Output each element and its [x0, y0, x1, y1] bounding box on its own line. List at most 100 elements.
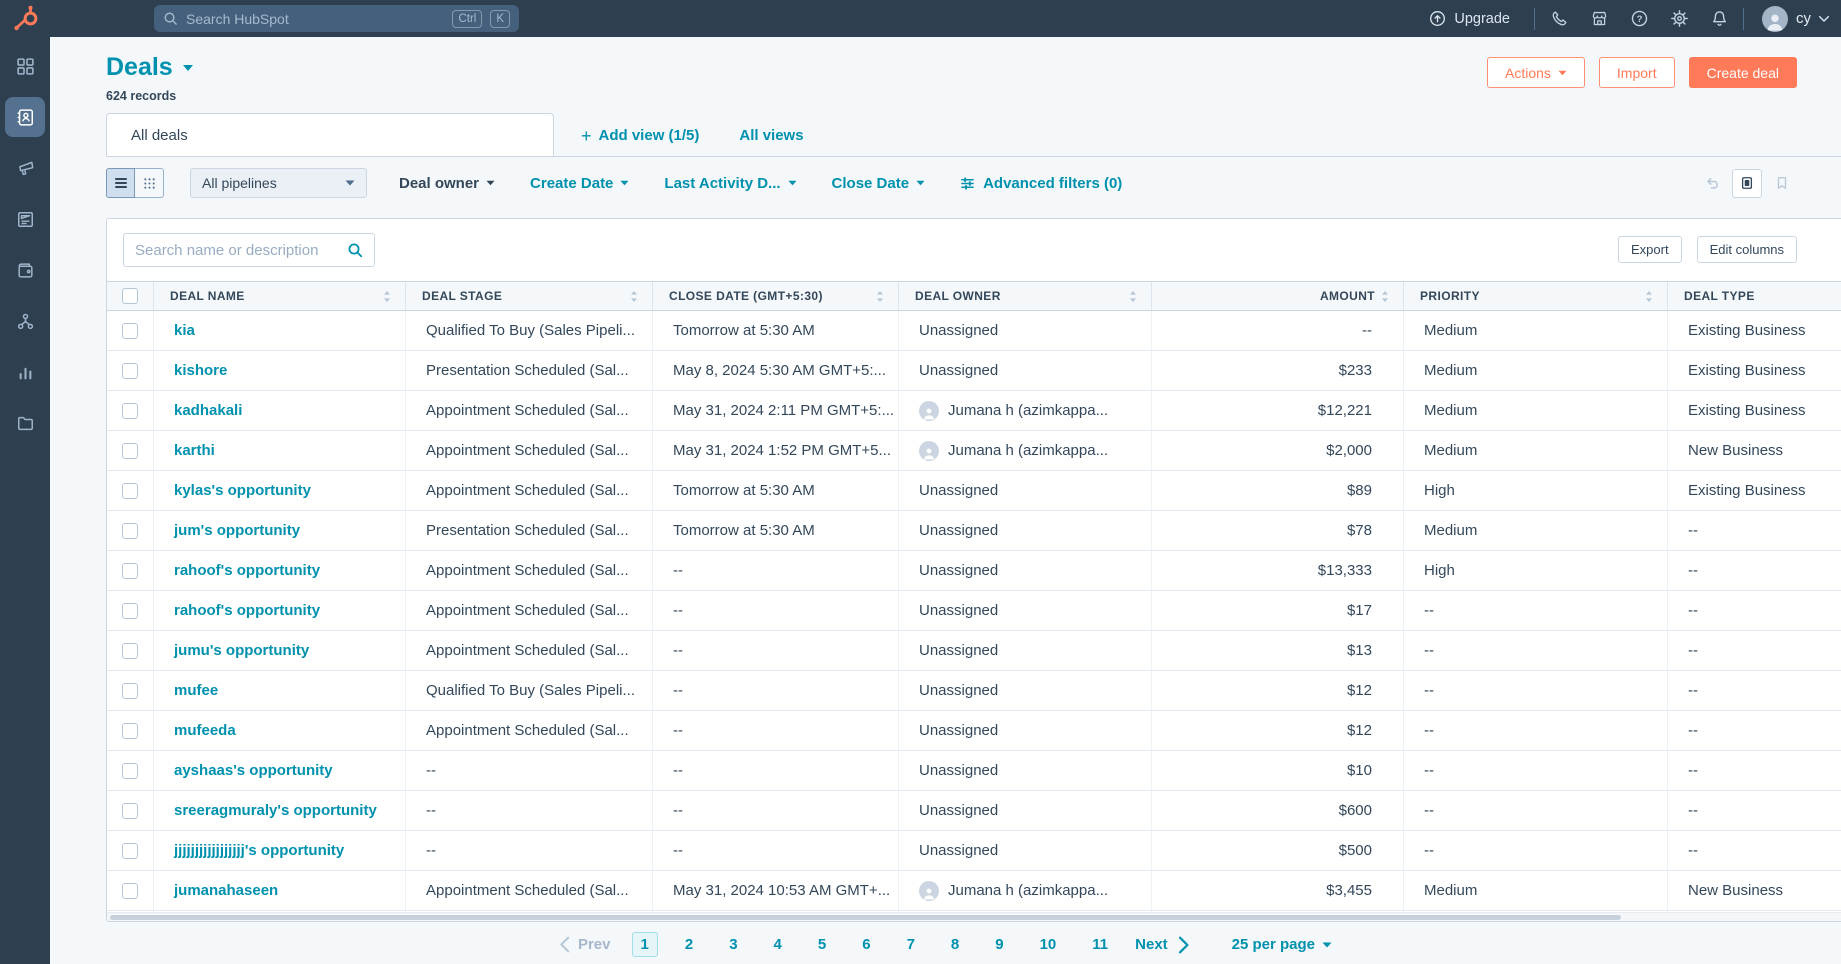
filter-deal-owner[interactable]: Deal owner: [399, 175, 495, 192]
list-view-button[interactable]: [106, 168, 135, 198]
sidebar-item-grid[interactable]: [5, 46, 45, 86]
deal-name-link[interactable]: jum's opportunity: [174, 522, 300, 539]
row-checkbox-cell: [107, 311, 154, 350]
scrollbar-thumb[interactable]: [110, 915, 1621, 920]
row-checkbox[interactable]: [122, 603, 138, 619]
row-checkbox[interactable]: [122, 843, 138, 859]
page-5[interactable]: 5: [809, 932, 835, 957]
marketplace-button[interactable]: [1579, 1, 1619, 37]
deal-name-link[interactable]: jumu's opportunity: [174, 642, 309, 659]
grid-icon: [16, 57, 35, 76]
help-button[interactable]: ?: [1619, 1, 1659, 37]
row-checkbox[interactable]: [122, 563, 138, 579]
edit-columns-button[interactable]: Edit columns: [1697, 236, 1797, 263]
all-views-link[interactable]: All views: [739, 127, 803, 144]
row-checkbox[interactable]: [122, 323, 138, 339]
row-checkbox[interactable]: [122, 483, 138, 499]
export-button[interactable]: Export: [1618, 236, 1682, 263]
hubspot-logo-icon[interactable]: [11, 5, 41, 32]
global-search-input[interactable]: Search HubSpot Ctrl K: [154, 5, 519, 32]
page-2[interactable]: 2: [676, 932, 702, 957]
row-checkbox[interactable]: [122, 443, 138, 459]
records-count: 624 records: [106, 89, 194, 103]
column-header-deal-stage[interactable]: DEAL STAGE: [406, 282, 653, 310]
user-menu[interactable]: cy: [1762, 6, 1829, 32]
sidebar-item-automation[interactable]: [5, 301, 45, 341]
save-view-button[interactable]: [1767, 169, 1797, 198]
deal-name-link[interactable]: rahoof's opportunity: [174, 562, 320, 579]
prev-button[interactable]: Prev: [578, 936, 611, 953]
row-checkbox[interactable]: [122, 763, 138, 779]
board-card-button[interactable]: [1732, 169, 1762, 198]
phone-button[interactable]: [1539, 1, 1579, 37]
column-header-amount[interactable]: AMOUNT: [1152, 282, 1404, 310]
deal-name-link[interactable]: sreeragmuraly's opportunity: [174, 802, 377, 819]
sidebar-item-contacts[interactable]: [5, 97, 45, 137]
board-view-button[interactable]: [135, 168, 164, 198]
tab-all-deals[interactable]: All deals: [106, 113, 554, 156]
table-header-row: DEAL NAMEDEAL STAGECLOSE DATE (GMT+5:30)…: [107, 281, 1841, 311]
deal-name-link[interactable]: ayshaas's opportunity: [174, 762, 333, 779]
page-9[interactable]: 9: [986, 932, 1012, 957]
deal-name-link[interactable]: kia: [174, 322, 195, 339]
row-checkbox[interactable]: [122, 643, 138, 659]
column-header-priority[interactable]: PRIORITY: [1404, 282, 1668, 310]
page-6[interactable]: 6: [853, 932, 879, 957]
actions-button[interactable]: Actions: [1487, 57, 1585, 88]
page-10[interactable]: 10: [1031, 932, 1066, 957]
chevron-left-icon[interactable]: [559, 936, 570, 953]
deal-name-link[interactable]: rahoof's opportunity: [174, 602, 320, 619]
upgrade-button[interactable]: Upgrade: [1429, 10, 1510, 27]
deal-type-cell: --: [1668, 711, 1841, 750]
select-all-checkbox[interactable]: [122, 288, 138, 304]
deal-name-link[interactable]: jjjjjjjjjjjjjjjjj's opportunity: [174, 842, 344, 859]
deal-name-link[interactable]: kadhakali: [174, 402, 242, 419]
row-checkbox[interactable]: [122, 723, 138, 739]
column-header-close-date-gmt-5-30[interactable]: CLOSE DATE (GMT+5:30): [653, 282, 899, 310]
column-header-deal-name[interactable]: DEAL NAME: [154, 282, 406, 310]
page-7[interactable]: 7: [898, 932, 924, 957]
chevron-right-icon[interactable]: [1178, 936, 1190, 954]
page-8[interactable]: 8: [942, 932, 968, 957]
row-checkbox[interactable]: [122, 883, 138, 899]
settings-button[interactable]: [1659, 1, 1699, 37]
page-11[interactable]: 11: [1083, 932, 1117, 957]
sidebar-item-content[interactable]: [5, 199, 45, 239]
next-button[interactable]: Next: [1135, 936, 1168, 953]
deal-name-link[interactable]: jumanahaseen: [174, 882, 278, 899]
advanced-filters-button[interactable]: Advanced filters (0): [960, 175, 1122, 192]
filter-close-date[interactable]: Close Date: [832, 175, 926, 192]
page-4[interactable]: 4: [765, 932, 791, 957]
column-header-deal-type[interactable]: DEAL TYPE: [1668, 282, 1841, 310]
filter-create-date[interactable]: Create Date: [530, 175, 629, 192]
sidebar-item-commerce[interactable]: [5, 250, 45, 290]
table-search-input[interactable]: Search name or description: [123, 233, 375, 267]
row-checkbox[interactable]: [122, 683, 138, 699]
column-header-deal-owner[interactable]: DEAL OWNER: [899, 282, 1152, 310]
sidebar-item-reporting[interactable]: [5, 352, 45, 392]
sidebar-item-library[interactable]: [5, 403, 45, 443]
import-button[interactable]: Import: [1599, 57, 1675, 88]
row-checkbox[interactable]: [122, 523, 138, 539]
deal-name-link[interactable]: kylas's opportunity: [174, 482, 311, 499]
create-deal-button[interactable]: Create deal: [1689, 57, 1797, 88]
sidebar-item-marketing[interactable]: [5, 148, 45, 188]
row-checkbox[interactable]: [122, 403, 138, 419]
row-checkbox[interactable]: [122, 363, 138, 379]
undo-button[interactable]: [1697, 169, 1727, 198]
deal-name-link[interactable]: mufee: [174, 682, 218, 699]
deal-name-link[interactable]: karthi: [174, 442, 215, 459]
object-type-selector[interactable]: Deals: [106, 53, 194, 82]
add-view-button[interactable]: + Add view (1/5): [581, 127, 699, 144]
pipeline-select[interactable]: All pipelines: [190, 168, 367, 198]
priority-cell: --: [1404, 591, 1668, 630]
per-page-select[interactable]: 25 per page: [1232, 936, 1332, 953]
row-checkbox[interactable]: [122, 803, 138, 819]
page-3[interactable]: 3: [720, 932, 746, 957]
filter-last-activity-d[interactable]: Last Activity D...: [664, 175, 796, 192]
notifications-button[interactable]: [1699, 1, 1739, 37]
page-1[interactable]: 1: [632, 932, 658, 957]
deal-name-link[interactable]: kishore: [174, 362, 227, 379]
deal-type-cell: --: [1668, 631, 1841, 670]
deal-name-link[interactable]: mufeeda: [174, 722, 236, 739]
